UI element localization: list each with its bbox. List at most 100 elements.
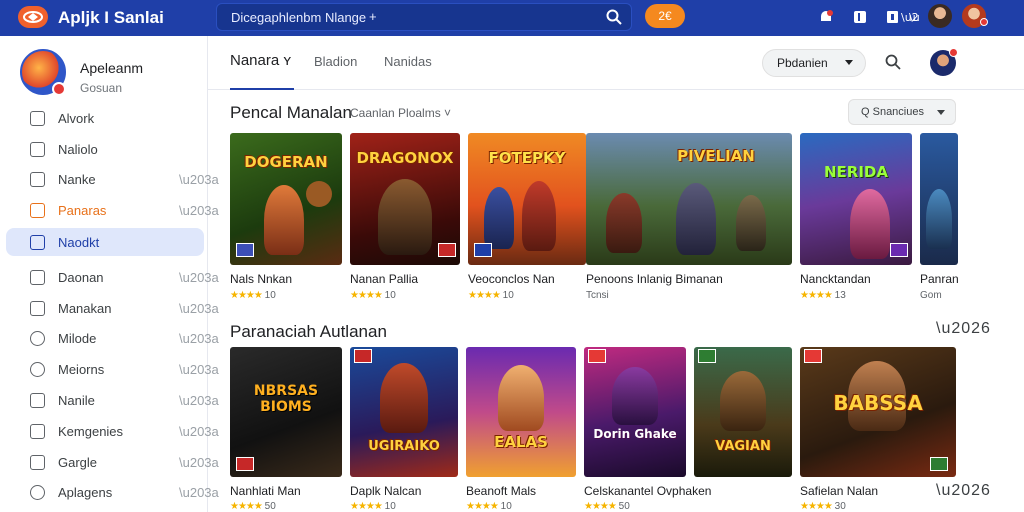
sidebar-item-6[interactable]: Daonan \u203a (6, 263, 219, 291)
game-card-image[interactable]: NBRSAS BIOMS (230, 347, 342, 477)
section-filter-link[interactable]: Caanlan Ploalms ˅ (350, 106, 451, 120)
chevron-right-icon: \u203a (179, 454, 219, 470)
app-logo-icon[interactable] (18, 6, 48, 28)
character-figure (484, 187, 514, 249)
game-card-image[interactable]: Dorin Ghake (584, 347, 686, 477)
game-title[interactable]: Penoons Inlanig Bimanan (586, 272, 723, 286)
sidebar-item-label: Naodkt (58, 234, 100, 250)
sidebar-item-12[interactable]: Gargle \u203a (6, 448, 219, 476)
user-avatar[interactable] (928, 4, 952, 28)
character-figure (522, 181, 556, 251)
notification-icon[interactable] (816, 7, 836, 27)
character-figure (498, 365, 544, 431)
game-art-title: Dorin Ghake (593, 427, 677, 441)
rating-badge (236, 243, 254, 257)
search-bar[interactable]: Dicegaphlenbm Nlange + (216, 3, 632, 31)
sidebar-item-10[interactable]: Nanile \u203a (6, 386, 219, 414)
sidebar-item-7[interactable]: Manakan \u203a (6, 294, 219, 322)
sidebar-item-11[interactable]: Kemgenies \u203a (6, 417, 219, 445)
game-title[interactable]: Nanan Pallia (350, 272, 418, 286)
character-figure (606, 193, 642, 253)
rating-stars: ★★★★ (584, 501, 617, 512)
categories-icon (30, 423, 45, 439)
game-card-image[interactable]: NERIDA (800, 133, 912, 265)
sidebar-item-5[interactable]: Naodkt (6, 228, 204, 256)
rating-badge (438, 243, 456, 257)
character-figure (306, 181, 332, 207)
chevron-down-icon (937, 110, 945, 115)
sort-label: Pbdanien (777, 56, 828, 70)
character-figure (378, 179, 432, 255)
filter-label: Q Snanciues (861, 106, 924, 118)
rating-stars: ★★★★ (350, 501, 383, 512)
sidebar-item-label: Daonan (58, 269, 104, 285)
rating-badge (698, 349, 716, 363)
tab-home[interactable]: Nanara ʏ (230, 52, 291, 69)
sidebar: Apeleanm Gosuan Alvork Naliolo Nanke \u2… (0, 36, 219, 512)
game-title[interactable]: Nanhlati Man (230, 484, 301, 498)
game-rating: ★★★★ 30 (800, 501, 846, 512)
sidebar-item-label: Milode (58, 330, 97, 346)
game-card-image[interactable]: FOTEPKY (468, 133, 586, 265)
header-avatar-badge (949, 48, 958, 57)
app-name: Apljk I Sanlai (58, 8, 164, 27)
game-title[interactable]: Veoconclos Nan (468, 272, 555, 286)
game-card-image[interactable]: BABSSA (800, 347, 956, 477)
game-title[interactable]: Nancktandan (800, 272, 871, 286)
sidebar-item-label: Nanile (58, 392, 95, 408)
game-card-image[interactable]: UGIRAIKO (350, 347, 458, 477)
game-card-image[interactable]: DOGERAN (230, 133, 342, 265)
sort-dropdown[interactable]: Pbdanien (762, 49, 866, 77)
more-options-icon[interactable]: \u2026 (936, 320, 991, 338)
tab-second[interactable]: Bladion (314, 54, 357, 69)
coins-button[interactable]: 2€ (645, 4, 685, 28)
library-icon[interactable] (850, 7, 870, 27)
chevron-right-icon: \u203a (179, 330, 219, 346)
game-title[interactable]: Daplk Nalcan (350, 484, 421, 498)
downloads-icon[interactable]: \u25b3\u2013 (882, 7, 922, 27)
game-title[interactable]: Celskanantel Ovphaken (584, 484, 711, 498)
filter-button[interactable]: Q Snanciues (848, 99, 956, 125)
sidebar-item-13[interactable]: Aplagens \u203a (6, 478, 219, 506)
character-figure (720, 371, 766, 431)
game-card-image[interactable]: DRAGONOX (350, 133, 460, 265)
rating-stars: ★★★★ (230, 501, 263, 512)
character-figure (676, 183, 716, 255)
game-rating: ★★★★ 10 (466, 501, 512, 512)
tab-third[interactable]: Nanidas (384, 54, 432, 69)
search-icon[interactable] (884, 53, 902, 76)
svg-text:\u2013: \u2013 (909, 11, 919, 24)
game-title[interactable]: Safielan Nalan (800, 484, 878, 498)
chevron-down-icon (845, 60, 853, 65)
list-icon (30, 110, 45, 126)
rating-stars: ★★★★ (350, 290, 383, 301)
search-icon[interactable] (605, 8, 623, 31)
game-title[interactable]: Nals Nnkan (230, 272, 292, 286)
game-card-image[interactable]: EALAS (466, 347, 576, 477)
game-card-image[interactable]: VAGIAN (694, 347, 792, 477)
sidebar-item-4[interactable]: Panaras \u203a (6, 196, 219, 224)
active-tab-indicator (230, 88, 294, 90)
game-rating: ★★★★ 50 (230, 501, 276, 512)
more-options-icon[interactable]: \u2026 (936, 482, 991, 500)
sidebar-item-3[interactable]: Nanke \u203a (6, 165, 219, 193)
game-title[interactable]: Panran (920, 272, 959, 286)
sidebar-item-8[interactable]: Milode \u203a (6, 324, 219, 352)
compass-icon (30, 484, 45, 500)
game-rating: ★★★★ 10 (468, 290, 514, 301)
game-card-image[interactable]: PIVELIAN (586, 133, 792, 265)
rating-badge (930, 457, 948, 471)
folder-icon (30, 454, 45, 470)
character-figure (380, 363, 428, 433)
rating-stars: ★★★★ (800, 290, 833, 301)
search-input[interactable]: Dicegaphlenbm Nlange (231, 10, 366, 25)
game-card-image[interactable] (920, 133, 958, 265)
sidebar-item-2[interactable]: Naliolo (6, 135, 204, 163)
character-figure (264, 185, 304, 255)
sidebar-item-label: Naliolo (58, 141, 98, 157)
sidebar-item-9[interactable]: Meiorns \u203a (6, 355, 219, 383)
game-rating: ★★★★ 10 (350, 290, 396, 301)
game-title[interactable]: Beanoft Mals (466, 484, 536, 498)
rating-stars: ★★★★ (466, 501, 499, 512)
sidebar-item-1[interactable]: Alvork (6, 104, 204, 132)
